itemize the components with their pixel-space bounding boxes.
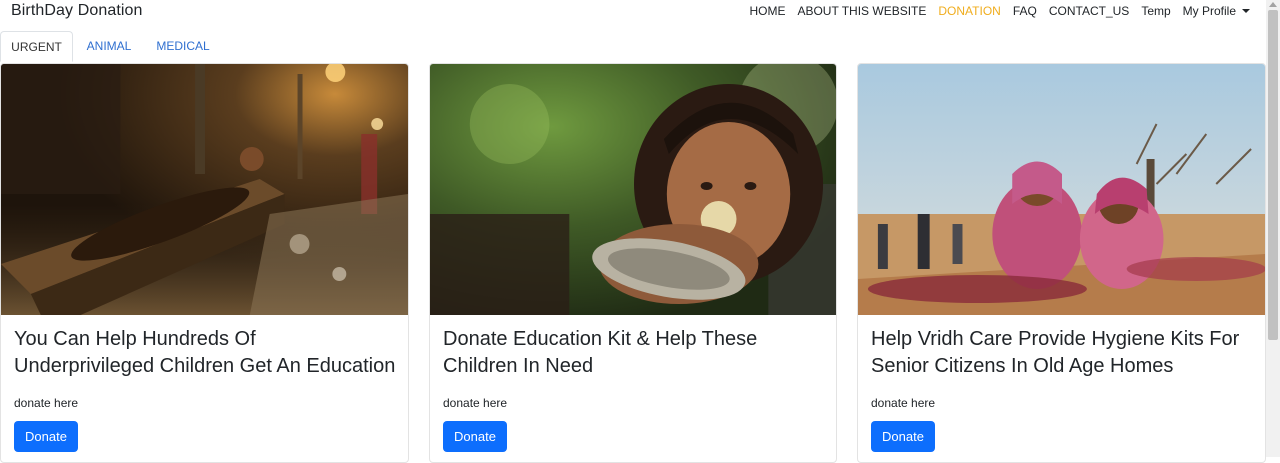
category-tabs: URGENT ANIMAL MEDICAL — [0, 31, 1266, 63]
nav-profile-dropdown[interactable]: My Profile — [1183, 4, 1250, 18]
donate-button[interactable]: Donate — [871, 421, 935, 452]
child-eating-from-plate-photo — [430, 64, 836, 315]
card-text: donate here — [871, 396, 936, 410]
nav-faq[interactable]: FAQ — [1013, 4, 1037, 18]
child-sleeping-on-bench-photo — [1, 64, 408, 315]
card-text: donate here — [14, 396, 79, 410]
card-title: Donate Education Kit & Help These Childr… — [443, 328, 758, 377]
donation-card-2: Donate Education Kit & Help These Childr… — [429, 63, 837, 463]
nav-about[interactable]: ABOUT THIS WEBSITE — [797, 4, 926, 18]
children-sitting-outdoors-photo — [858, 64, 1265, 315]
donation-card-1: You Can Help Hundreds Of Underprivileged… — [0, 63, 409, 463]
navbar: BirthDay Donation HOME ABOUT THIS WEBSIT… — [0, 0, 1266, 22]
nav-donation[interactable]: DONATION — [938, 4, 1000, 18]
tab-animal[interactable]: ANIMAL — [84, 31, 134, 62]
tab-medical[interactable]: MEDICAL — [154, 31, 212, 62]
tab-urgent[interactable]: URGENT — [0, 31, 73, 62]
caret-down-icon — [1242, 9, 1250, 13]
card-title: You Can Help Hundreds Of Underprivileged… — [14, 328, 396, 377]
nav-links: HOME ABOUT THIS WEBSITE DONATION FAQ CON… — [737, 4, 1250, 18]
brand-logo[interactable]: BirthDay Donation — [11, 2, 143, 20]
nav-profile-label: My Profile — [1182, 4, 1236, 18]
page-scrollbar[interactable] — [1266, 0, 1280, 457]
scrollbar-thumb[interactable] — [1268, 10, 1278, 340]
nav-contact[interactable]: CONTACT_US — [1049, 4, 1129, 18]
nav-home[interactable]: HOME — [749, 4, 785, 18]
card-title: Help Vridh Care Provide Hygiene Kits For… — [871, 328, 1240, 377]
donation-card-3: Help Vridh Care Provide Hygiene Kits For… — [857, 63, 1266, 463]
scroll-up-icon[interactable] — [1269, 2, 1277, 7]
nav-temp[interactable]: Temp — [1141, 4, 1170, 18]
card-text: donate here — [443, 396, 508, 410]
donate-button[interactable]: Donate — [14, 421, 78, 452]
donate-button[interactable]: Donate — [443, 421, 507, 452]
